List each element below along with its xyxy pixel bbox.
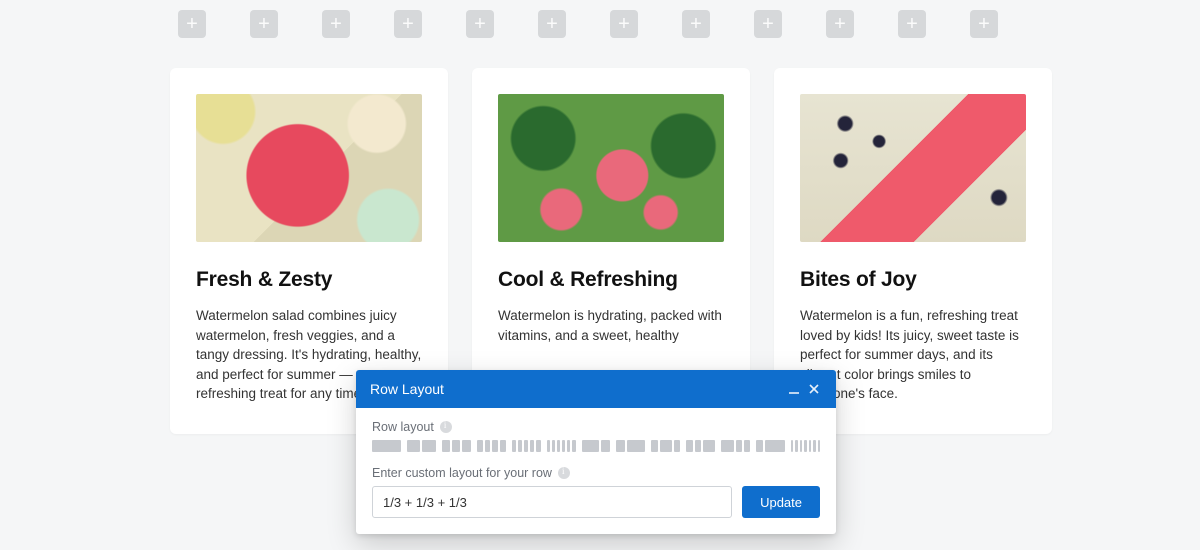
layout-option[interactable] xyxy=(477,440,506,452)
add-block-placeholder[interactable]: + xyxy=(538,10,566,38)
layout-option[interactable] xyxy=(756,440,785,452)
close-icon[interactable] xyxy=(804,379,824,399)
layout-option[interactable] xyxy=(442,440,471,452)
add-block-placeholder[interactable]: + xyxy=(250,10,278,38)
custom-layout-label: Enter custom layout for your row xyxy=(372,466,820,480)
add-block-placeholder[interactable]: + xyxy=(466,10,494,38)
card-title: Fresh & Zesty xyxy=(196,268,422,292)
card-body: Watermelon is hydrating, packed with vit… xyxy=(498,306,724,345)
layout-option[interactable] xyxy=(512,440,541,452)
add-block-placeholder[interactable]: + xyxy=(754,10,782,38)
add-block-placeholder[interactable]: + xyxy=(682,10,710,38)
card-image xyxy=(498,94,724,242)
layout-option[interactable] xyxy=(582,440,611,452)
layout-option[interactable] xyxy=(372,440,401,452)
row-layout-label: Row layout xyxy=(372,420,820,434)
add-block-placeholder[interactable]: + xyxy=(322,10,350,38)
layout-option[interactable] xyxy=(616,440,645,452)
card-title: Cool & Refreshing xyxy=(498,268,724,292)
row-layout-dialog: Row Layout Row layout Enter custom layou… xyxy=(356,370,836,534)
layout-option[interactable] xyxy=(686,440,715,452)
add-block-placeholder[interactable]: + xyxy=(826,10,854,38)
dialog-header[interactable]: Row Layout xyxy=(356,370,836,408)
card-title: Bites of Joy xyxy=(800,268,1026,292)
custom-layout-input[interactable] xyxy=(372,486,732,518)
add-block-placeholder[interactable]: + xyxy=(970,10,998,38)
layout-option[interactable] xyxy=(721,440,750,452)
add-block-placeholder[interactable]: + xyxy=(178,10,206,38)
info-icon[interactable] xyxy=(440,421,452,433)
layout-option[interactable] xyxy=(547,440,576,452)
card-image xyxy=(196,94,422,242)
add-block-placeholder[interactable]: + xyxy=(610,10,638,38)
card-image xyxy=(800,94,1026,242)
add-block-placeholder[interactable]: + xyxy=(898,10,926,38)
layout-option[interactable] xyxy=(407,440,436,452)
info-icon[interactable] xyxy=(558,467,570,479)
update-button[interactable]: Update xyxy=(742,486,820,518)
minimize-icon[interactable] xyxy=(784,379,804,399)
add-block-placeholder[interactable]: + xyxy=(394,10,422,38)
dialog-title: Row Layout xyxy=(370,381,444,397)
layout-option[interactable] xyxy=(651,440,680,452)
layout-option[interactable] xyxy=(791,440,820,452)
